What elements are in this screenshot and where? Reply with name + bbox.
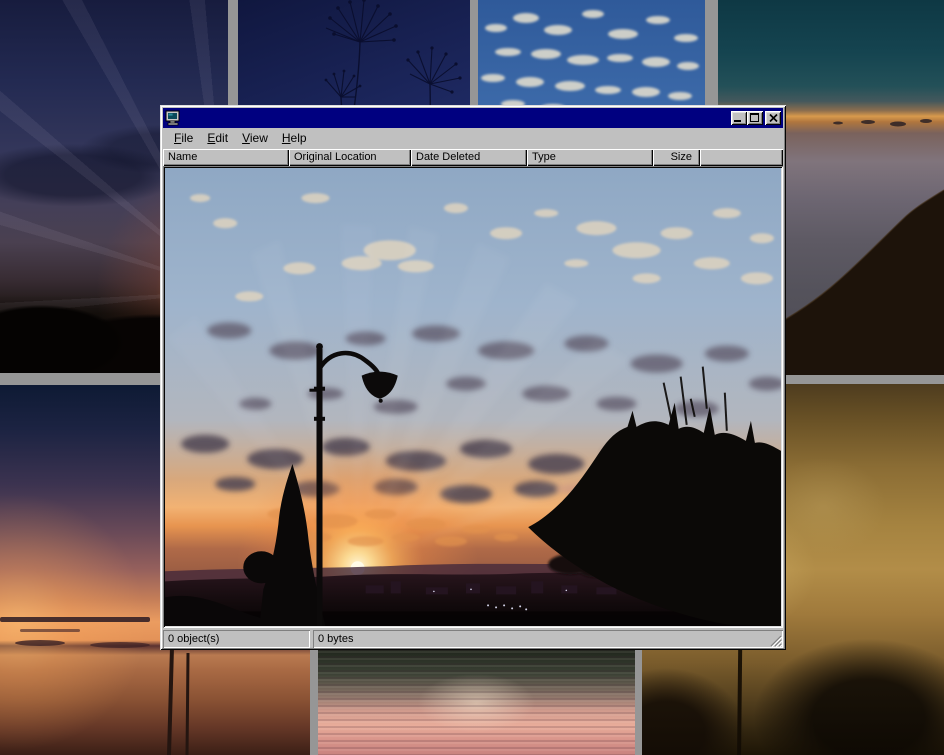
resize-grip-icon[interactable] [769, 634, 782, 647]
column-header-blank[interactable] [700, 149, 783, 166]
list-view[interactable] [163, 166, 783, 628]
menu-file[interactable]: File [167, 129, 200, 148]
minimize-icon [734, 120, 741, 122]
column-header-original-location[interactable]: Original Location [289, 149, 411, 166]
status-bar: 0 object(s) 0 bytes [163, 628, 783, 648]
menu-help[interactable]: Help [275, 129, 314, 148]
recycle-bin-window: File Edit View Help Name Original Locati… [160, 105, 786, 650]
maximize-button[interactable] [747, 111, 763, 125]
maximize-icon [750, 113, 759, 122]
column-header-size[interactable]: Size [653, 149, 700, 166]
close-icon [769, 114, 778, 122]
menu-view[interactable]: View [235, 129, 275, 148]
menu-edit[interactable]: Edit [200, 129, 235, 148]
titlebar[interactable] [163, 108, 783, 128]
column-header-name[interactable]: Name [163, 149, 289, 166]
status-bytes: 0 bytes [313, 630, 783, 648]
column-header-date-deleted[interactable]: Date Deleted [411, 149, 527, 166]
menu-bar: File Edit View Help [163, 128, 783, 149]
list-column-headers: Name Original Location Date Deleted Type… [163, 149, 783, 166]
minimize-button[interactable] [731, 111, 747, 125]
status-objects: 0 object(s) [163, 630, 310, 648]
column-header-type[interactable]: Type [527, 149, 653, 166]
computer-icon[interactable] [165, 110, 181, 126]
close-button[interactable] [765, 111, 781, 125]
sunset-lamppost-photo [165, 168, 781, 626]
